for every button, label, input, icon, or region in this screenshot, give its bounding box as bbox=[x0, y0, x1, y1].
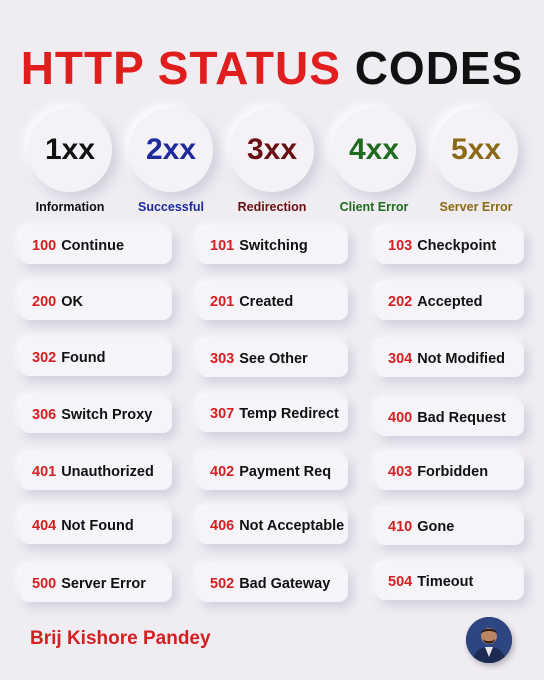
status-code-text: Unauthorized bbox=[61, 464, 154, 480]
title-rest: CODES bbox=[354, 42, 524, 94]
class-code-circle: 3xx bbox=[230, 108, 314, 192]
status-code-number: 502 bbox=[210, 576, 235, 592]
class-code-circle: 4xx bbox=[332, 108, 416, 192]
status-code-number: 400 bbox=[388, 410, 413, 426]
status-code-text: Timeout bbox=[417, 574, 474, 590]
class-4xx: 4xx Client Error bbox=[324, 108, 424, 214]
status-code-number: 406 bbox=[210, 518, 235, 534]
class-2xx: 2xx Successful bbox=[121, 108, 221, 214]
status-code-text: Payment Req bbox=[239, 464, 332, 480]
status-code-text: Gone bbox=[417, 519, 455, 535]
status-code-card: 404 Not Found bbox=[20, 508, 172, 544]
person-icon bbox=[466, 617, 512, 663]
status-code-number: 103 bbox=[388, 238, 413, 254]
status-code-text: Forbidden bbox=[417, 464, 489, 480]
status-code-card: 100 Continue bbox=[20, 228, 172, 264]
class-label: Information bbox=[35, 200, 105, 214]
class-code-circle: 5xx bbox=[434, 108, 518, 192]
status-code-number: 306 bbox=[32, 407, 57, 423]
status-code-text: Bad Request bbox=[417, 410, 506, 426]
class-5xx: 5xx Server Error bbox=[426, 108, 526, 214]
status-code-text: See Other bbox=[239, 351, 308, 367]
status-code-text: OK bbox=[61, 294, 83, 310]
class-label: Redirection bbox=[237, 200, 307, 214]
status-code-text: Bad Gateway bbox=[239, 576, 331, 592]
page-title: HTTP STATUS CODES bbox=[0, 38, 544, 98]
status-code-text: Found bbox=[61, 350, 106, 366]
status-class-row: 1xx Information 2xx Successful 3xx Redir… bbox=[0, 108, 544, 218]
status-code-number: 100 bbox=[32, 238, 57, 254]
status-code-number: 202 bbox=[388, 294, 413, 310]
status-code-text: Not Acceptable bbox=[239, 518, 345, 534]
status-code-number: 201 bbox=[210, 294, 235, 310]
status-code-number: 101 bbox=[210, 238, 235, 254]
status-code-card: 400 Bad Request bbox=[376, 400, 524, 436]
class-3xx: 3xx Redirection bbox=[222, 108, 322, 214]
status-code-text: Checkpoint bbox=[417, 238, 497, 254]
title-highlight: HTTP STATUS bbox=[20, 42, 341, 94]
status-code-number: 304 bbox=[388, 351, 413, 367]
status-code-number: 403 bbox=[388, 464, 413, 480]
status-code-number: 404 bbox=[32, 518, 57, 534]
status-code-number: 410 bbox=[388, 519, 413, 535]
status-code-number: 504 bbox=[388, 574, 413, 590]
status-code-text: Not Modified bbox=[417, 351, 505, 367]
status-code-number: 302 bbox=[32, 350, 57, 366]
status-code-number: 402 bbox=[210, 464, 235, 480]
status-code-card: 406 Not Acceptable bbox=[198, 508, 348, 544]
avatar bbox=[466, 617, 512, 663]
class-label: Server Error bbox=[439, 200, 513, 214]
status-code-card: 500 Server Error bbox=[20, 566, 172, 602]
status-code-card: 101 Switching bbox=[198, 228, 348, 264]
status-code-card: 502 Bad Gateway bbox=[198, 566, 348, 602]
status-code-card: 401 Unauthorized bbox=[20, 454, 172, 490]
status-code-text: Created bbox=[239, 294, 294, 310]
status-code-text: Switch Proxy bbox=[61, 407, 153, 423]
status-code-card: 504 Timeout bbox=[376, 564, 524, 600]
status-code-number: 500 bbox=[32, 576, 57, 592]
class-1xx: 1xx Information bbox=[20, 108, 120, 214]
class-code-circle: 2xx bbox=[129, 108, 213, 192]
status-code-card: 202 Accepted bbox=[376, 284, 524, 320]
status-code-card: 304 Not Modified bbox=[376, 341, 524, 377]
status-code-text: Server Error bbox=[61, 576, 146, 592]
class-code-circle: 1xx bbox=[28, 108, 112, 192]
status-code-card: 402 Payment Req bbox=[198, 454, 348, 490]
status-code-text: Temp Redirect bbox=[239, 406, 339, 422]
status-code-card: 303 See Other bbox=[198, 341, 348, 377]
status-code-card: 201 Created bbox=[198, 284, 348, 320]
class-label: Client Error bbox=[339, 200, 409, 214]
status-code-number: 307 bbox=[210, 406, 235, 422]
status-code-number: 303 bbox=[210, 351, 235, 367]
status-code-card: 200 OK bbox=[20, 284, 172, 320]
status-code-number: 200 bbox=[32, 294, 57, 310]
status-code-number: 401 bbox=[32, 464, 57, 480]
class-label: Successful bbox=[137, 200, 204, 214]
status-code-card: 302 Found bbox=[20, 340, 172, 376]
status-code-text: Switching bbox=[239, 238, 308, 254]
author-name: Brij Kishore Pandey bbox=[30, 628, 211, 649]
status-code-text: Not Found bbox=[61, 518, 134, 534]
status-code-text: Continue bbox=[61, 238, 125, 254]
status-code-card: 307 Temp Redirect bbox=[198, 396, 348, 432]
status-code-card: 403 Forbidden bbox=[376, 454, 524, 490]
status-code-text: Accepted bbox=[417, 294, 483, 310]
status-code-card: 306 Switch Proxy bbox=[20, 397, 172, 433]
status-code-card: 103 Checkpoint bbox=[376, 228, 524, 264]
status-code-card: 410 Gone bbox=[376, 509, 524, 545]
